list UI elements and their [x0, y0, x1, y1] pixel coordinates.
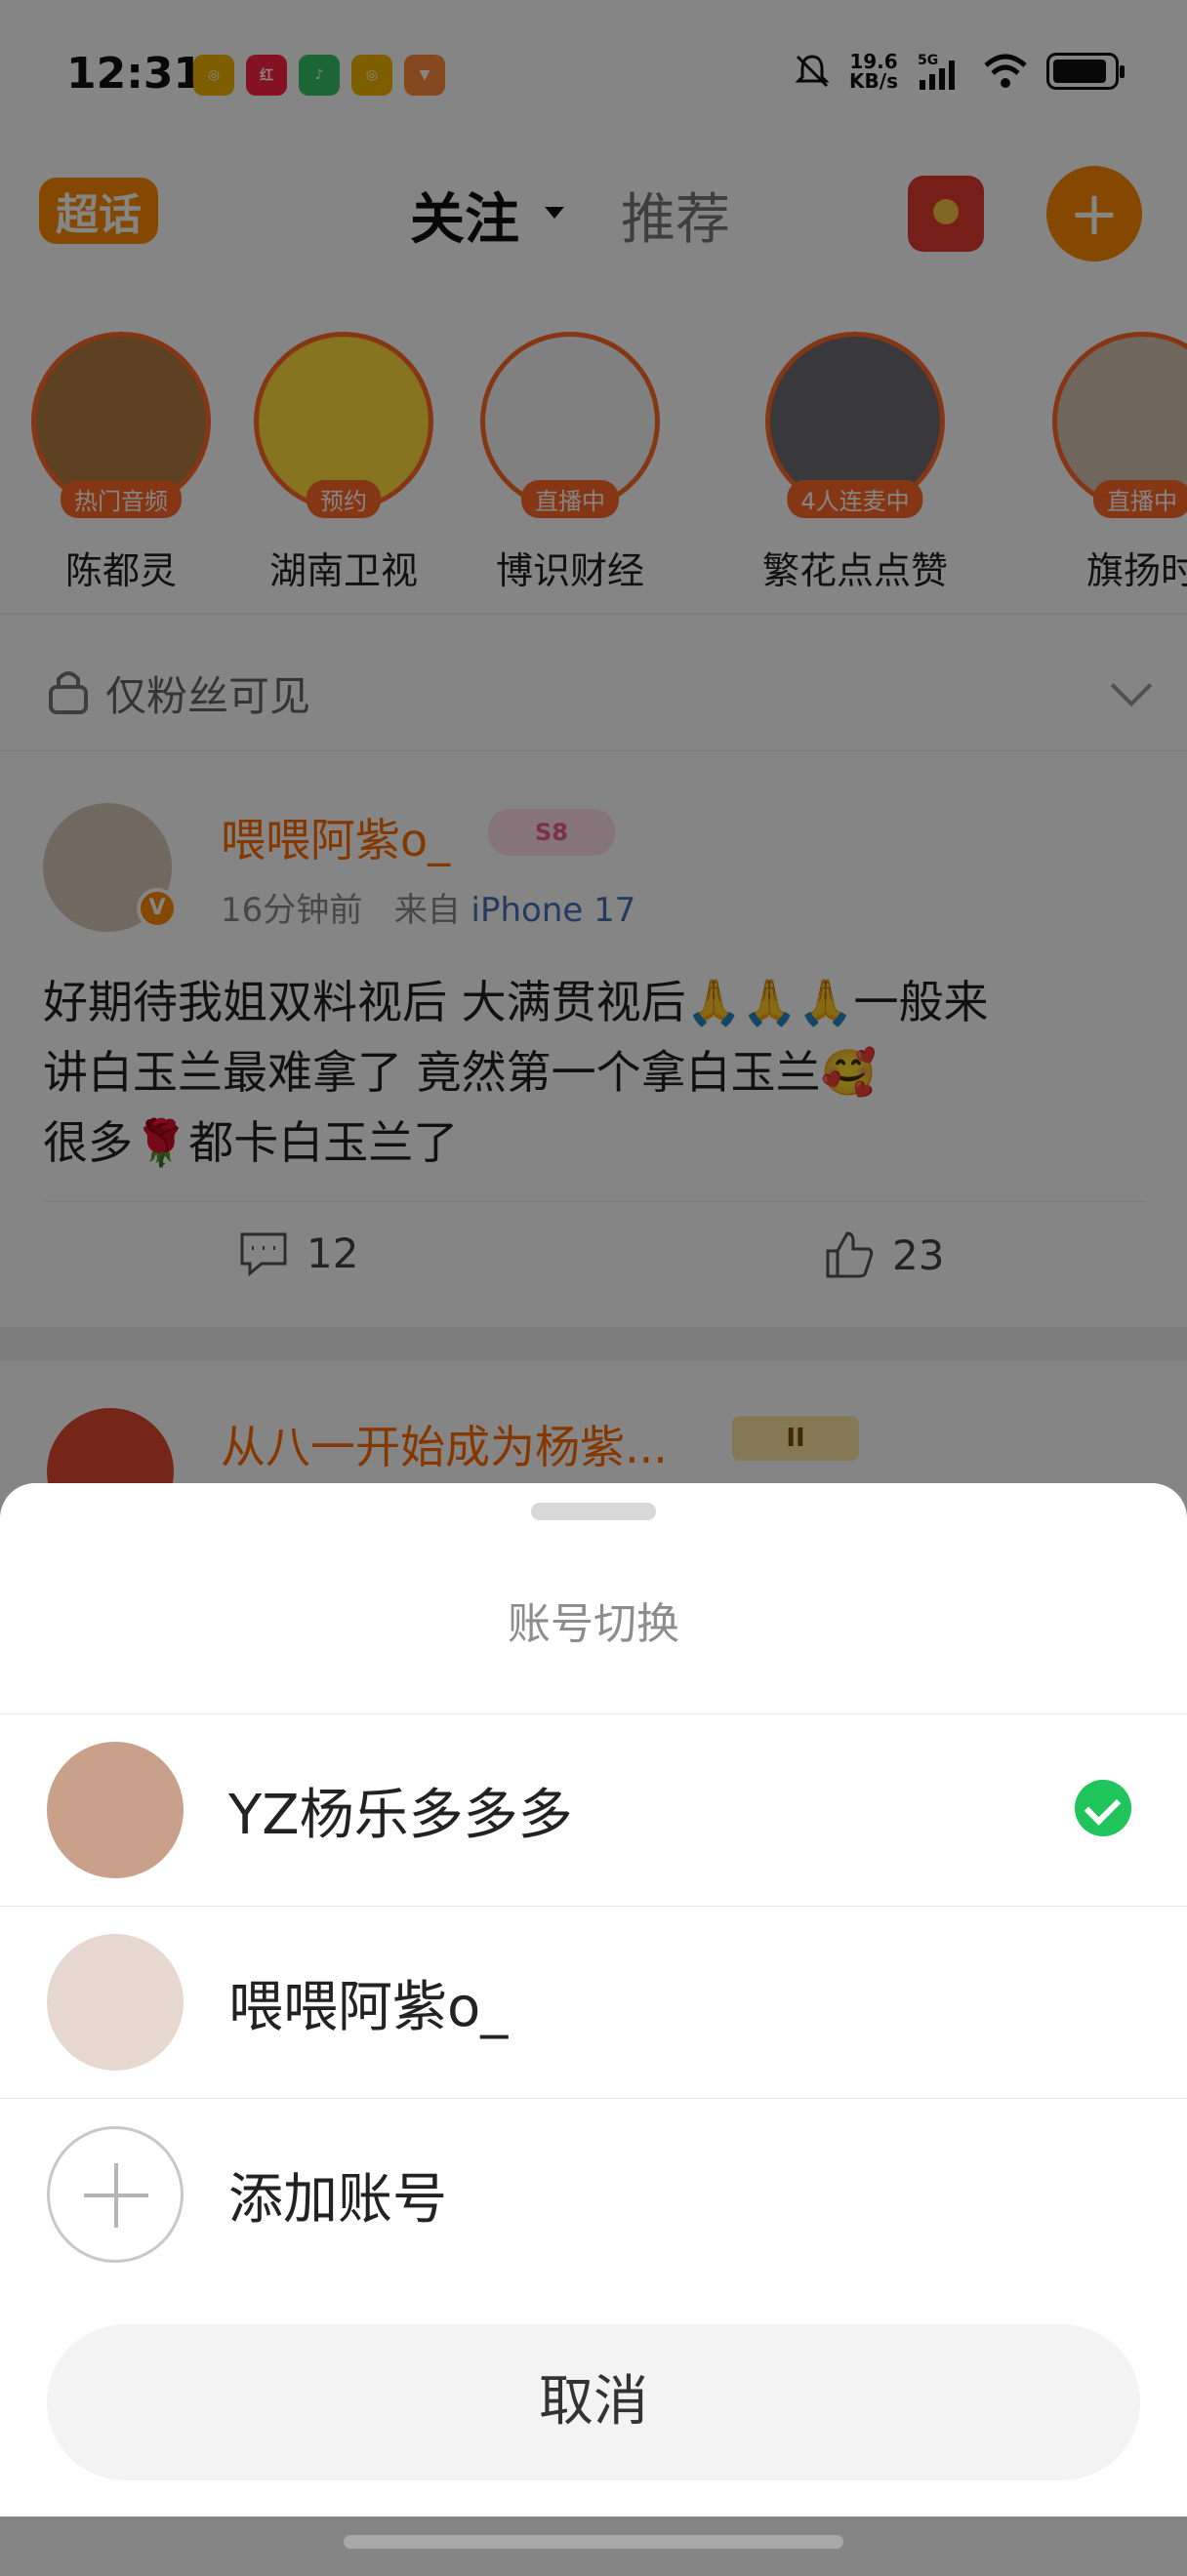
add-account-row[interactable]: 添加账号 — [0, 2098, 1187, 2290]
account-switch-sheet: 账号切换 YZ杨乐多多多 喂喂阿紫o_ 添加账号 取消 — [0, 1483, 1187, 2516]
check-circle-icon — [1075, 1780, 1131, 1836]
app-root: 12:31 ◎ 红 ♪ ◎ ▼ 19.6 KB/s 5G 超话 关注 推荐 + … — [0, 0, 1187, 2576]
sheet-handle[interactable] — [531, 1503, 656, 1520]
account-row[interactable]: 喂喂阿紫o_ — [0, 1906, 1187, 2098]
account-name: YZ杨乐多多多 — [228, 1784, 573, 1847]
avatar — [47, 1934, 184, 2071]
add-account-label: 添加账号 — [228, 2168, 447, 2232]
avatar — [47, 1742, 184, 1878]
plus-icon — [47, 2126, 184, 2263]
account-name: 喂喂阿紫o_ — [228, 1976, 509, 2039]
cancel-button[interactable]: 取消 — [47, 2324, 1140, 2480]
home-indicator[interactable] — [344, 2535, 843, 2549]
account-row[interactable]: YZ杨乐多多多 — [0, 1713, 1187, 1906]
sheet-title: 账号切换 — [508, 1599, 679, 1649]
